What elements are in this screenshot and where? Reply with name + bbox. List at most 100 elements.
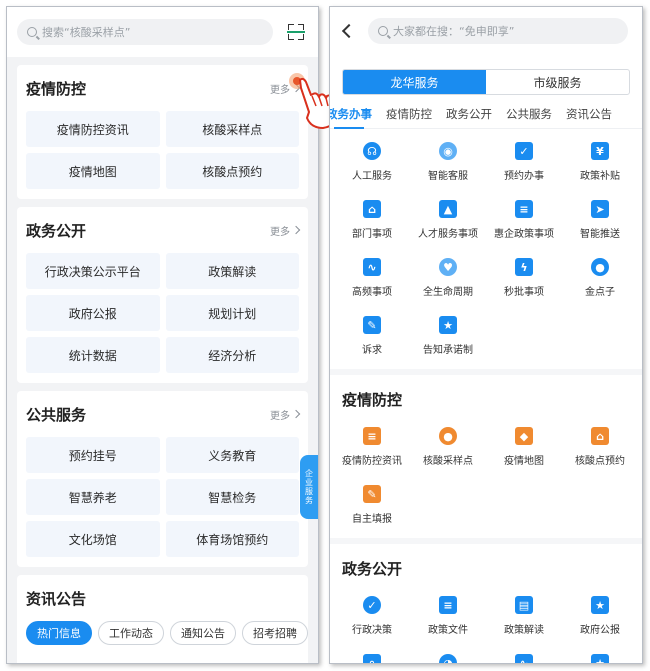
map-icon: ◆ xyxy=(514,426,534,446)
service-item[interactable]: ✎ 诉求 xyxy=(334,303,410,361)
epidemic-grid: ≡ 疫情防控资讯 ● 核酸采样点 ◆ 疫情地图 ⌂ 核酸点预约 ✎ 自主填报 xyxy=(330,414,642,530)
gov-open-item[interactable]: ⌕ xyxy=(334,641,410,663)
section-gov-open: 政务公开 更多 行政决策公示平台 政策解读 政府公报 规划计划 统计数据 经济分… xyxy=(17,207,308,383)
epidemic-item[interactable]: ⌂ 核酸点预约 xyxy=(562,414,638,472)
search-icon xyxy=(27,27,37,37)
grid-button[interactable]: 智慧检务 xyxy=(165,479,299,515)
house-clock-icon: ⌂ xyxy=(590,426,610,446)
grid-button[interactable]: 统计数据 xyxy=(26,337,160,373)
grid-button[interactable]: 政府公报 xyxy=(26,295,160,331)
gov-open-item[interactable]: ▤ 政策解读 xyxy=(486,583,562,641)
grid-button[interactable]: 智慧养老 xyxy=(26,479,160,515)
gov-open-item[interactable]: ≡ 政策文件 xyxy=(410,583,486,641)
service-item[interactable]: ☊ 人工服务 xyxy=(334,129,410,187)
grid-button[interactable]: 疫情防控资讯 xyxy=(26,111,160,147)
service-item[interactable]: ▲ 人才服务事项 xyxy=(410,187,486,245)
grid-button[interactable]: 核酸点预约 xyxy=(165,153,299,189)
section-title: 资讯公告 xyxy=(26,589,87,608)
right-phone-screen: 大家都在搜：“免申即享” 龙华服务 市级服务 政务办事 疫情防控 政务公开 公共… xyxy=(329,6,643,664)
service-item[interactable]: ϟ 秒批事项 xyxy=(486,245,562,303)
section-title-epidemic: 疫情防控 xyxy=(342,391,403,409)
news-tab-recruit[interactable]: 招考招聘 xyxy=(242,621,308,645)
send-icon: ➤ xyxy=(590,199,610,219)
pulse-chart-icon: ∿ xyxy=(362,257,382,277)
search-icon xyxy=(378,26,388,36)
service-item[interactable]: ◉ 智能客服 xyxy=(410,129,486,187)
headset-icon: ☊ xyxy=(362,141,382,161)
service-item[interactable]: ➤ 智能推送 xyxy=(562,187,638,245)
news-tab-work[interactable]: 工作动态 xyxy=(98,621,164,645)
gov-open-item[interactable]: ◔ xyxy=(410,641,486,663)
document-list-icon: ≡ xyxy=(514,199,534,219)
service-item[interactable]: ★ 告知承诺制 xyxy=(410,303,486,361)
doc-star-icon: ★ xyxy=(590,653,610,663)
building-icon: ⌂ xyxy=(362,199,382,219)
gov-open-item[interactable]: ★ 政府公报 xyxy=(562,583,638,641)
category-tabs: 政务办事 疫情防控 政务公开 公共服务 资讯公告 xyxy=(330,99,642,129)
grid-button[interactable]: 政策解读 xyxy=(165,253,299,289)
edit-icon: ✎ xyxy=(362,315,382,335)
service-item[interactable]: ● 金点子 xyxy=(562,245,638,303)
tab-public-service[interactable]: 公共服务 xyxy=(506,99,552,129)
pulse-chart-icon: ∿ xyxy=(514,653,534,663)
section-epidemic: 疫情防控 更多 疫情防控资讯 核酸采样点 疫情地图 核酸点预约 xyxy=(17,65,308,199)
calendar-check-icon: ✓ xyxy=(514,141,534,161)
tab-gov-affairs[interactable]: 政务办事 xyxy=(330,99,372,129)
grid-button[interactable]: 行政决策公示平台 xyxy=(26,253,160,289)
tab-gov-open[interactable]: 政务公开 xyxy=(446,99,492,129)
chevron-right-icon xyxy=(291,409,301,419)
epidemic-item[interactable]: ✎ 自主填报 xyxy=(334,472,410,530)
enterprise-service-tab[interactable]: 企业服务 xyxy=(300,455,318,519)
section-title: 政务公开 xyxy=(26,221,87,240)
left-phone-screen: 搜索“核酸采样点” 疫情防控 更多 疫情防控资讯 核酸采样点 疫情地图 核酸点预… xyxy=(6,6,319,664)
location-pin-icon: ● xyxy=(438,426,458,446)
grid-button[interactable]: 体育场馆预约 xyxy=(165,521,299,557)
epidemic-item[interactable]: ◆ 疫情地图 xyxy=(486,414,562,472)
book-icon: ▤ xyxy=(514,595,534,615)
lightning-icon: ϟ xyxy=(514,257,534,277)
grid-button[interactable]: 经济分析 xyxy=(165,337,299,373)
segment-city[interactable]: 市级服务 xyxy=(486,70,629,94)
grid-button[interactable]: 疫情地图 xyxy=(26,153,160,189)
back-arrow-icon[interactable] xyxy=(341,23,357,39)
top-bar: 大家都在搜：“免申即享” xyxy=(330,7,642,55)
robot-icon: ◉ xyxy=(438,141,458,161)
grid-button[interactable]: 规划计划 xyxy=(165,295,299,331)
section-title: 疫情防控 xyxy=(26,79,87,98)
news-tab-notice[interactable]: 通知公告 xyxy=(170,621,236,645)
gov-open-grid: ✓ 行政决策 ≡ 政策文件 ▤ 政策解读 ★ 政府公报 ⌕ ◔ ∿ ★ xyxy=(330,583,642,663)
search-placeholder: 大家都在搜：“免申即享” xyxy=(393,25,515,38)
news-tab-hot[interactable]: 热门信息 xyxy=(26,621,92,645)
service-item[interactable]: ✓ 预约办事 xyxy=(486,129,562,187)
list-icon: ≡ xyxy=(438,595,458,615)
more-link[interactable]: 更多 xyxy=(270,407,301,422)
epidemic-item[interactable]: ≡ 疫情防控资讯 xyxy=(334,414,410,472)
pie-chart-icon: ◔ xyxy=(438,653,458,663)
service-item[interactable]: ⌂ 部门事项 xyxy=(334,187,410,245)
document-star-icon: ★ xyxy=(438,315,458,335)
service-item[interactable]: ♥ 全生命周期 xyxy=(410,245,486,303)
section-title: 公共服务 xyxy=(26,405,87,424)
grid-button[interactable]: 预约挂号 xyxy=(26,437,160,473)
service-item[interactable]: ¥ 政策补贴 xyxy=(562,129,638,187)
gov-open-item[interactable]: ★ xyxy=(562,641,638,663)
grid-button[interactable]: 核酸采样点 xyxy=(165,111,299,147)
service-item[interactable]: ≡ 惠企政策事项 xyxy=(486,187,562,245)
search-input[interactable]: 搜索“核酸采样点” xyxy=(17,19,273,45)
gov-open-item[interactable]: ∿ xyxy=(486,641,562,663)
chevron-right-icon xyxy=(291,225,301,235)
more-link[interactable]: 更多 xyxy=(270,223,301,238)
epidemic-item[interactable]: ● 核酸采样点 xyxy=(410,414,486,472)
service-level-switch: 龙华服务 市级服务 xyxy=(342,69,630,95)
grid-button[interactable]: 文化场馆 xyxy=(26,521,160,557)
tab-epidemic[interactable]: 疫情防控 xyxy=(386,99,432,129)
service-item[interactable]: ∿ 高频事项 xyxy=(334,245,410,303)
scan-icon[interactable] xyxy=(287,24,305,40)
grid-button[interactable]: 义务教育 xyxy=(165,437,299,473)
search-doc-icon: ⌕ xyxy=(362,653,382,663)
tab-news[interactable]: 资讯公告 xyxy=(566,99,612,129)
search-input[interactable]: 大家都在搜：“免申即享” xyxy=(368,18,628,44)
gov-open-item[interactable]: ✓ 行政决策 xyxy=(334,583,410,641)
section-public-service: 公共服务 更多 预约挂号 义务教育 智慧养老 智慧检务 文化场馆 体育场馆预约 xyxy=(17,391,308,567)
segment-longhua[interactable]: 龙华服务 xyxy=(343,70,486,94)
